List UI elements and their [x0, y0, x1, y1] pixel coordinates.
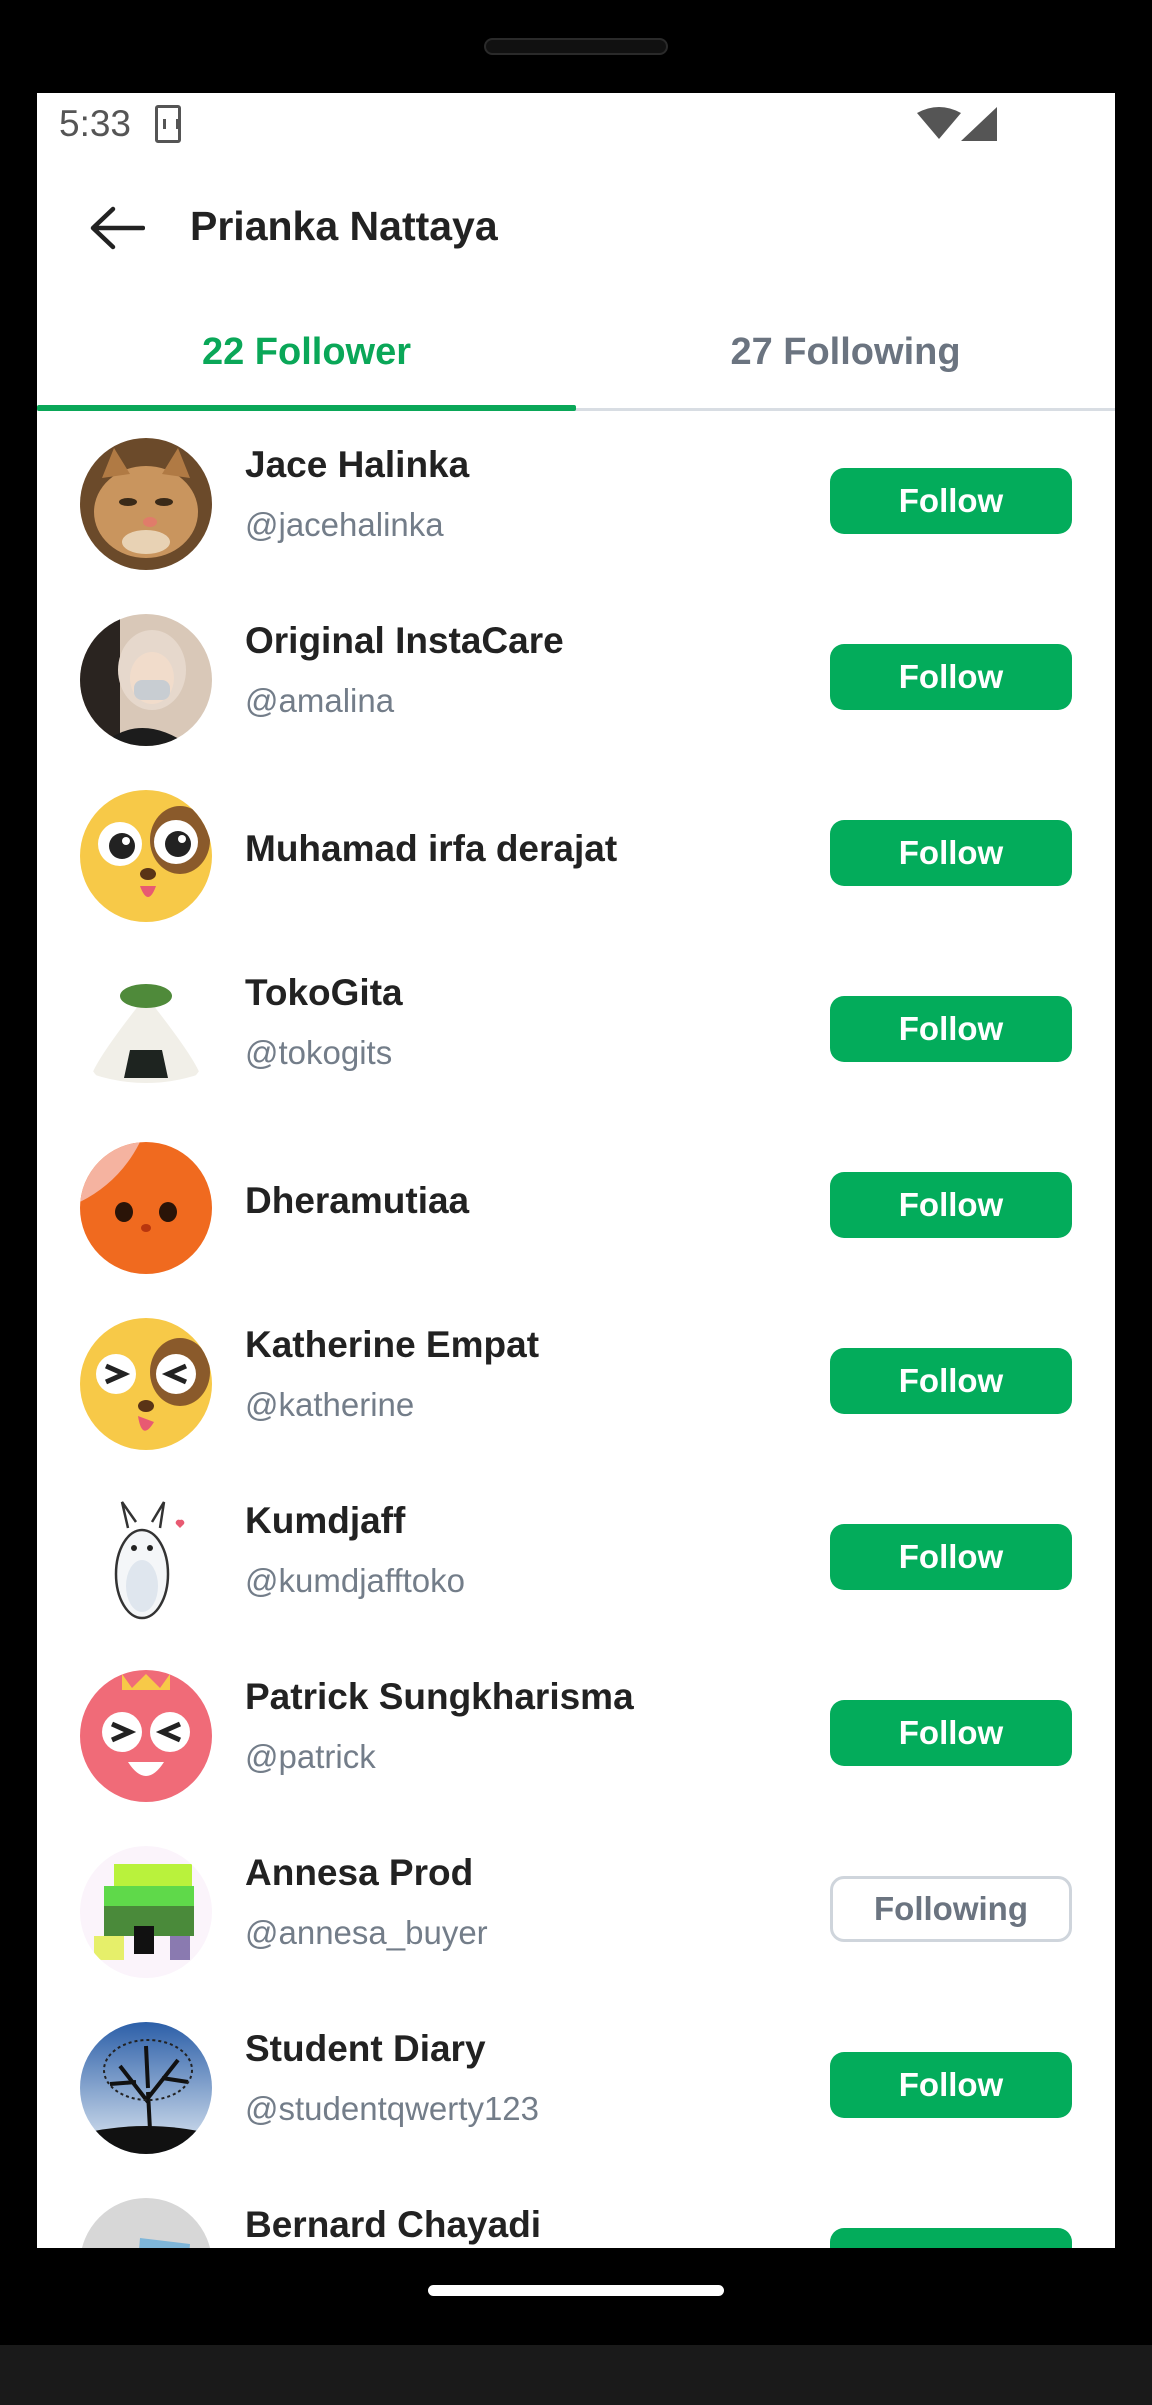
- user-name: TokoGita: [245, 972, 403, 1013]
- yellow-dog-face-avatar: [80, 790, 212, 922]
- back-button[interactable]: [79, 190, 155, 266]
- tab-follower[interactable]: 22 Follower: [37, 293, 576, 411]
- list-item[interactable]: Patrick Sungkharisma @patrick Follow: [37, 1646, 1115, 1822]
- page-title: Prianka Nattaya: [190, 203, 498, 249]
- screen: 5:33 Prianka Nattaya 22 Follower 27 Foll…: [37, 93, 1115, 2248]
- following-button[interactable]: Following: [830, 1876, 1072, 1942]
- user-handle: @patrick: [245, 1738, 376, 1775]
- follow-button[interactable]: Follow: [830, 1524, 1072, 1590]
- user-handle: @kumdjafftoko: [245, 1562, 465, 1599]
- list-item[interactable]: Jace Halinka @jacehalinka Follow: [37, 414, 1115, 590]
- status-time: 5:33: [59, 103, 132, 144]
- user-name: Kumdjaff: [245, 1500, 406, 1541]
- system-nav-bar: [0, 2248, 1152, 2345]
- list-item[interactable]: Katherine Empat @katherine Follow: [37, 1294, 1115, 1470]
- follow-button[interactable]: Follow: [830, 820, 1072, 886]
- follow-button[interactable]: Follow: [830, 2052, 1072, 2118]
- signal-icon: [961, 107, 997, 141]
- list-item[interactable]: Dheramutiaa Follow: [37, 1118, 1115, 1294]
- user-name: Bernard Chayadi: [245, 2204, 542, 2245]
- user-handle: @jacehalinka: [245, 506, 444, 543]
- user-name: Jace Halinka: [245, 444, 470, 485]
- orange-face-avatar: [80, 1142, 212, 1274]
- screen-record-icon: [155, 105, 181, 143]
- user-handle: @amalina: [245, 682, 395, 719]
- yellow-dog-wink-avatar: [80, 1318, 212, 1450]
- tab-following[interactable]: 27 Following: [576, 293, 1115, 411]
- phone-frame: 5:33 Prianka Nattaya 22 Follower 27 Foll…: [0, 0, 1152, 2405]
- list-item[interactable]: TokoGita @tokogits Follow: [37, 942, 1115, 1118]
- wifi-icon: [917, 107, 961, 139]
- user-name: Muhamad irfa derajat: [245, 828, 618, 869]
- user-name: Student Diary: [245, 2028, 486, 2069]
- cat-photo-avatar: [80, 438, 212, 570]
- pink-face-avatar: [80, 1670, 212, 1802]
- user-name: Original InstaCare: [245, 620, 564, 661]
- follow-button[interactable]: Follow: [830, 644, 1072, 710]
- person-photo-avatar: [80, 614, 212, 746]
- arrow-left-icon: [90, 206, 145, 250]
- user-name: Katherine Empat: [245, 1324, 540, 1365]
- earpiece: [484, 38, 668, 55]
- list-item[interactable]: Annesa Prod @annesa_buyer Following: [37, 1822, 1115, 1998]
- follow-button[interactable]: Follow: [830, 1172, 1072, 1238]
- user-name: Dheramutiaa: [245, 1180, 470, 1221]
- list-item[interactable]: Bernard Chayadi Follow: [37, 2174, 1115, 2248]
- tab-bar: 22 Follower 27 Following: [37, 293, 1115, 411]
- follow-button[interactable]: Follow: [830, 1348, 1072, 1414]
- user-list: Jace Halinka @jacehalinka Follow Origina…: [37, 414, 1115, 2248]
- tab-indicator: [37, 405, 576, 411]
- phone-chin: [0, 2345, 1152, 2405]
- follow-button[interactable]: Follow: [830, 468, 1072, 534]
- user-name: Patrick Sungkharisma: [245, 1676, 634, 1717]
- home-indicator[interactable]: [428, 2285, 724, 2296]
- rice-ball-avatar: [80, 966, 212, 1098]
- user-handle: @studentqwerty123: [245, 2090, 540, 2127]
- white-rabbit-avatar: [80, 1494, 212, 1626]
- user-handle: @tokogits: [245, 1034, 393, 1071]
- list-item[interactable]: Kumdjaff @kumdjafftoko Follow: [37, 1470, 1115, 1646]
- tree-photo-avatar: [80, 2022, 212, 2154]
- grey-avatar: [80, 2198, 212, 2248]
- user-name: Annesa Prod: [245, 1852, 474, 1893]
- follow-button[interactable]: Follow: [830, 996, 1072, 1062]
- app-bar: Prianka Nattaya: [37, 163, 1115, 293]
- list-item[interactable]: Original InstaCare @amalina Follow: [37, 590, 1115, 766]
- status-bar: 5:33: [37, 93, 1115, 163]
- follow-button[interactable]: Follow: [830, 1700, 1072, 1766]
- list-item[interactable]: Student Diary @studentqwerty123 Follow: [37, 1998, 1115, 2174]
- list-item[interactable]: Muhamad irfa derajat Follow: [37, 766, 1115, 942]
- pixel-art-avatar: [80, 1846, 212, 1978]
- follow-button[interactable]: Follow: [830, 2228, 1072, 2248]
- user-handle: @annesa_buyer: [245, 1914, 488, 1951]
- user-handle: @katherine: [245, 1386, 415, 1423]
